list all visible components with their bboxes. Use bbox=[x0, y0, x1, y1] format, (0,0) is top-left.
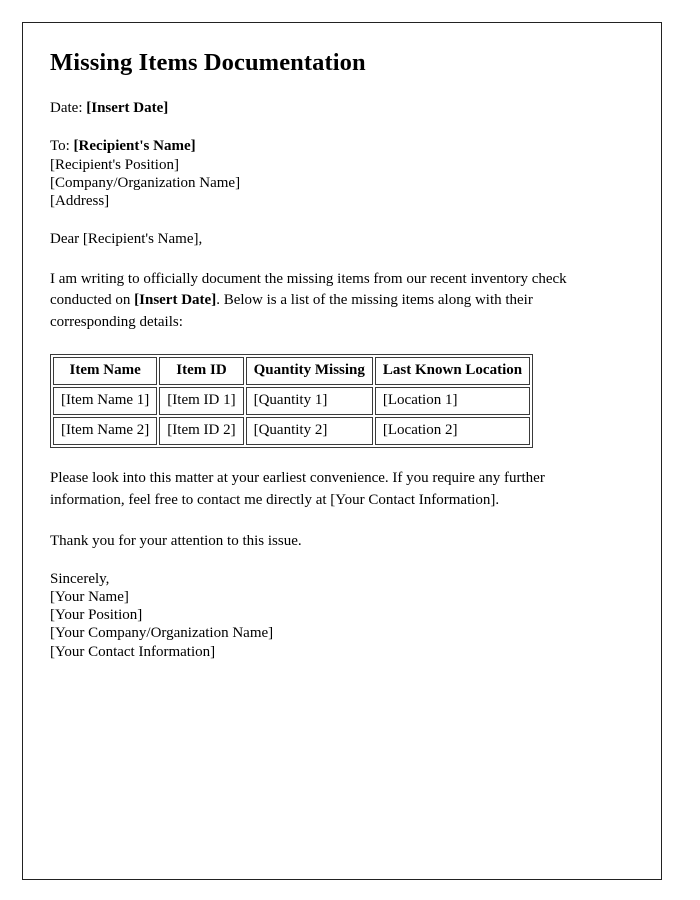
cell-item-id: [Item ID 2] bbox=[159, 416, 244, 445]
intro-paragraph: I am writing to officially document the … bbox=[50, 269, 603, 334]
follow-up-paragraph: Please look into this matter at your ear… bbox=[50, 469, 545, 508]
table-row: [Item Name 2] [Item ID 2] [Quantity 2] [… bbox=[53, 416, 531, 445]
table-row: [Item Name 1] [Item ID 1] [Quantity 1] [… bbox=[53, 386, 531, 415]
missing-items-table: Item Name Item ID Quantity Missing Last … bbox=[50, 353, 534, 448]
recipient-to-line: To: [Recipient's Name] bbox=[50, 137, 633, 155]
signature-position: [Your Position] bbox=[50, 607, 143, 624]
cell-last-known-location: [Location 1] bbox=[374, 386, 531, 415]
table-body: [Item Name 1] [Item ID 1] [Quantity 1] [… bbox=[53, 386, 531, 445]
column-header-item-id: Item ID bbox=[159, 356, 244, 385]
cell-item-id: [Item ID 1] bbox=[159, 386, 244, 415]
recipient-position: [Recipient's Position] bbox=[50, 156, 179, 173]
signature-contact: [Your Contact Information] bbox=[50, 643, 216, 660]
document-page: Missing Items Documentation Date: [Inser… bbox=[22, 22, 662, 880]
date-value: [Insert Date] bbox=[86, 100, 169, 117]
table-header: Item Name Item ID Quantity Missing Last … bbox=[53, 356, 531, 385]
salutation: Dear [Recipient's Name], bbox=[50, 230, 203, 247]
signature-block: Sincerely, [Your Name] [Your Position] [… bbox=[50, 570, 633, 661]
signature-organization: [Your Company/Organization Name] bbox=[50, 625, 274, 642]
column-header-last-known-location: Last Known Location bbox=[374, 356, 531, 385]
signature-closing: Sincerely, bbox=[50, 570, 110, 587]
thanks-line: Thank you for your attention to this iss… bbox=[50, 532, 302, 549]
recipient-to-label: To: bbox=[50, 138, 70, 155]
cell-item-name: [Item Name 2] bbox=[53, 416, 158, 445]
cell-quantity-missing: [Quantity 1] bbox=[245, 386, 373, 415]
date-label: Date: bbox=[50, 100, 83, 117]
cell-last-known-location: [Location 2] bbox=[374, 416, 531, 445]
recipient-name: [Recipient's Name] bbox=[73, 138, 196, 155]
date-line: Date: [Insert Date] bbox=[50, 99, 633, 117]
column-header-quantity-missing: Quantity Missing bbox=[245, 356, 373, 385]
cell-item-name: [Item Name 1] bbox=[53, 386, 158, 415]
recipient-organization: [Company/Organization Name] bbox=[50, 175, 241, 191]
table-header-row: Item Name Item ID Quantity Missing Last … bbox=[53, 356, 531, 385]
intro-date: [Insert Date] bbox=[134, 292, 217, 309]
document-content: Missing Items Documentation Date: [Inser… bbox=[23, 23, 661, 661]
column-header-item-name: Item Name bbox=[53, 356, 158, 385]
cell-quantity-missing: [Quantity 2] bbox=[245, 416, 373, 445]
signature-name: [Your Name] bbox=[50, 588, 129, 605]
recipient-block: To: [Recipient's Name] [Recipient's Posi… bbox=[50, 137, 633, 210]
recipient-address: [Address] bbox=[50, 193, 110, 210]
page-title: Missing Items Documentation bbox=[50, 49, 366, 76]
